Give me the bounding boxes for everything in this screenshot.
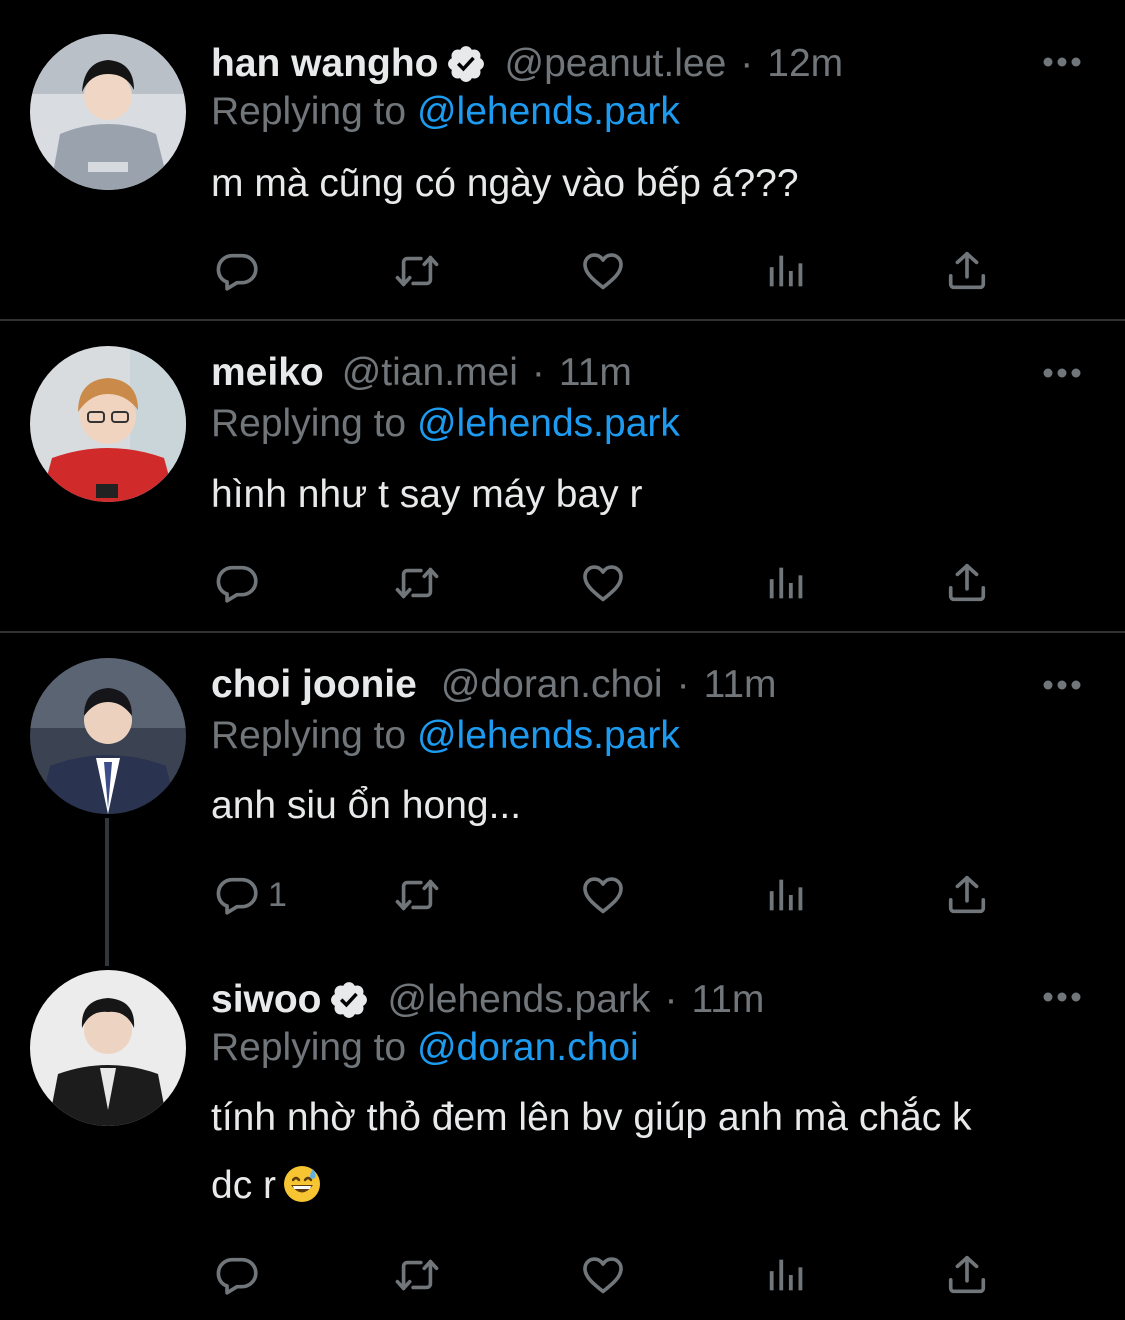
timestamp[interactable]: 11m <box>691 978 764 1022</box>
handle[interactable]: @peanut.lee <box>505 42 727 86</box>
heart-icon <box>583 253 623 290</box>
views-icon <box>769 1259 803 1291</box>
share-icon <box>948 1255 986 1294</box>
action-bar <box>0 558 1125 608</box>
verified-badge-icon <box>328 979 370 1021</box>
share-icon <box>948 563 986 602</box>
avatar[interactable] <box>30 970 186 1126</box>
retweet-icon <box>395 255 439 287</box>
share-icon <box>948 251 986 290</box>
avatar[interactable] <box>30 346 186 502</box>
replying-to-label: Replying to <box>211 402 407 445</box>
display-name[interactable]: meiko <box>211 351 324 395</box>
handle[interactable]: @doran.choi <box>441 663 663 707</box>
tweet-header: meiko @tian.mei · 11m <box>211 347 632 399</box>
retweet-button[interactable] <box>394 246 440 296</box>
separator-dot: · <box>740 42 754 85</box>
views-button[interactable] <box>764 1250 810 1300</box>
retweet-button[interactable] <box>394 870 440 920</box>
reply-button[interactable] <box>214 558 268 608</box>
share-button[interactable] <box>944 1250 990 1300</box>
views-icon <box>769 879 803 911</box>
display-name[interactable]: choi joonie <box>211 663 417 707</box>
display-name[interactable]: han wangho <box>211 42 439 86</box>
timestamp[interactable]: 11m <box>704 663 777 707</box>
tweet-text: anh siu ổn hong... <box>211 784 522 827</box>
views-button[interactable] <box>764 558 810 608</box>
tweet-text: m mà cũng có ngày vào bếp á??? <box>211 162 799 205</box>
replying-to: Replying to @lehends.park <box>211 714 680 758</box>
heart-icon <box>583 877 623 914</box>
reply-mention-link[interactable]: @lehends.park <box>417 714 680 757</box>
handle[interactable]: @tian.mei <box>342 351 518 395</box>
reply-mention-link[interactable]: @doran.choi <box>417 1026 639 1069</box>
tweet-text: tính nhờ thỏ đem lên bv giúp anh mà chắc… <box>211 1084 1091 1220</box>
replying-to: Replying to @lehends.park <box>211 90 680 134</box>
action-bar <box>0 246 1125 296</box>
share-button[interactable] <box>944 246 990 296</box>
grinning-sweat-emoji-icon <box>282 1164 322 1204</box>
avatar[interactable] <box>30 34 186 190</box>
reply-mention-link[interactable]: @lehends.park <box>417 90 680 133</box>
more-icon[interactable] <box>1042 678 1082 692</box>
retweet-icon <box>395 567 439 599</box>
reply-button[interactable]: 1 <box>214 870 287 920</box>
divider <box>0 631 1125 633</box>
tweet-header: siwoo @lehends.park · 11m <box>211 974 764 1026</box>
reply-icon <box>216 565 258 603</box>
tweet-header: han wangho @peanut.lee · 12m <box>211 38 843 90</box>
views-button[interactable] <box>764 246 810 296</box>
more-icon[interactable] <box>1042 990 1082 1004</box>
reply-button[interactable] <box>214 246 268 296</box>
avatar[interactable] <box>30 658 186 814</box>
replying-to: Replying to @doran.choi <box>211 1026 639 1070</box>
reply-mention-link[interactable]: @lehends.park <box>417 402 680 445</box>
timestamp[interactable]: 11m <box>559 351 632 395</box>
retweet-icon <box>395 1259 439 1291</box>
tweet-text: hình như t say máy bay r <box>211 473 643 516</box>
retweet-icon <box>395 879 439 911</box>
reply-icon <box>216 253 258 291</box>
separator-dot: · <box>531 351 545 394</box>
retweet-button[interactable] <box>394 1250 440 1300</box>
tweet-text-line: tính nhờ thỏ đem lên bv giúp anh mà chắc… <box>211 1096 972 1139</box>
reply-icon <box>216 1257 258 1295</box>
reply-icon <box>216 877 258 915</box>
views-button[interactable] <box>764 870 810 920</box>
verified-badge-icon <box>445 43 487 85</box>
replying-to-label: Replying to <box>211 714 407 757</box>
reply-button[interactable] <box>214 1250 268 1300</box>
more-icon[interactable] <box>1042 55 1082 69</box>
replying-to-label: Replying to <box>211 90 407 133</box>
share-button[interactable] <box>944 558 990 608</box>
tweet-text-line-content: dc r <box>211 1164 277 1207</box>
reply-count: 1 <box>268 875 287 914</box>
divider <box>0 319 1125 321</box>
more-icon[interactable] <box>1042 366 1082 380</box>
share-icon <box>948 875 986 914</box>
views-icon <box>769 567 803 599</box>
timestamp[interactable]: 12m <box>767 42 843 86</box>
views-icon <box>769 255 803 287</box>
tweet-text-line: dc r <box>211 1152 1091 1220</box>
tweet-header: choi joonie @doran.choi · 11m <box>211 659 777 711</box>
separator-dot: · <box>664 978 678 1021</box>
retweet-button[interactable] <box>394 558 440 608</box>
like-button[interactable] <box>580 246 626 296</box>
handle[interactable]: @lehends.park <box>388 978 651 1022</box>
separator-dot: · <box>676 663 690 706</box>
action-bar: 1 <box>0 870 1125 920</box>
heart-icon <box>583 1257 623 1294</box>
replying-to-label: Replying to <box>211 1026 407 1069</box>
action-bar <box>0 1250 1125 1300</box>
like-button[interactable] <box>580 1250 626 1300</box>
replying-to: Replying to @lehends.park <box>211 402 680 446</box>
like-button[interactable] <box>580 558 626 608</box>
display-name[interactable]: siwoo <box>211 978 322 1022</box>
share-button[interactable] <box>944 870 990 920</box>
like-button[interactable] <box>580 870 626 920</box>
heart-icon <box>583 565 623 602</box>
